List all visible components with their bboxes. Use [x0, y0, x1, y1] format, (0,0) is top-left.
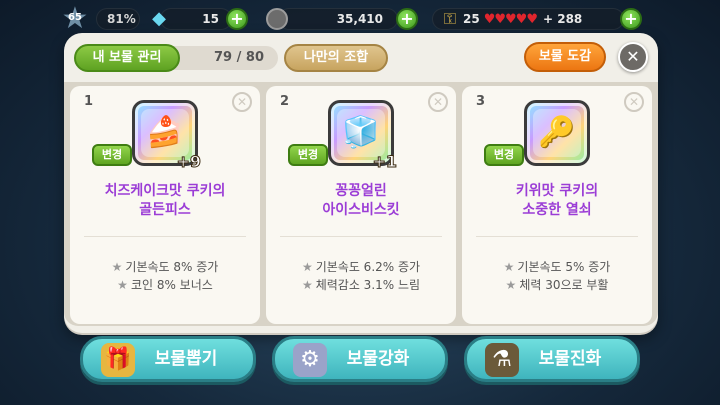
kiwi-key-icon: 🔑 — [538, 115, 576, 150]
treasure-effects: ★ 기본속도 5% 증가 ★ 체력 30으로 부활 — [503, 260, 611, 292]
tab-my-treasure[interactable]: 내 보물 관리 — [74, 44, 180, 72]
treasure-effects: ★ 기본속도 8% 증가 ★ 코인 8% 보너스 — [111, 260, 219, 292]
slot-number: 1 — [84, 94, 94, 109]
treasure-name: 키위맛 쿠키의 소중한 열쇠 — [515, 183, 599, 218]
change-button[interactable]: 변경 — [92, 144, 132, 166]
coin-icon — [266, 8, 288, 30]
star-bullet-icon: ★ — [503, 260, 515, 274]
divider — [84, 236, 246, 237]
xp-percent: 81% — [96, 8, 140, 30]
remove-treasure-button[interactable]: ✕ — [428, 92, 448, 112]
treasure-collection-button[interactable]: 보물 도감 — [524, 42, 606, 72]
treasure-effects: ★ 기본속도 6.2% 증가 ★ 체력감소 3.1% 느림 — [301, 260, 421, 292]
treasure-evolve-button[interactable]: ⚗ 보물진화 — [464, 336, 640, 382]
extra-energy: + 288 — [542, 12, 583, 26]
close-button[interactable]: ✕ — [618, 42, 648, 72]
treasure-draw-button[interactable]: 🎁 보물뽑기 — [80, 336, 256, 382]
star-bullet-icon: ★ — [301, 278, 313, 292]
add-energy-button[interactable]: + — [620, 8, 642, 30]
enhance-level: +1 — [372, 152, 398, 172]
treasure-name: 치즈케이크맛 쿠키의 골든피스 — [104, 183, 226, 218]
gem-count: 15 — [160, 8, 232, 30]
treasure-frame[interactable]: 🔑 — [524, 100, 590, 166]
key-icon: ⚿ — [443, 9, 457, 28]
coin-count: 35,410 — [278, 8, 398, 30]
tab-my-combination[interactable]: 나만의 조합 — [284, 44, 388, 72]
star-bullet-icon: ★ — [505, 278, 517, 292]
remove-treasure-button[interactable]: ✕ — [232, 92, 252, 112]
player-level: 65 — [68, 12, 82, 23]
gem-icon: ◆ — [152, 8, 166, 29]
treasure-slot-3[interactable]: 3 ✕ 🔑 변경 키위맛 쿠키의 소중한 열쇠 ★ 기본속도 5% 증가 ★ 체력 … — [462, 86, 652, 324]
cauldron-icon: ⚗ — [485, 343, 519, 377]
star-bullet-icon: ★ — [301, 260, 313, 274]
treasure-chest-icon: 🎁 — [101, 343, 135, 377]
key-count: 25 — [463, 12, 480, 26]
star-bullet-icon: ★ — [117, 278, 128, 292]
enhance-stone-icon: ⚙ — [293, 343, 327, 377]
enhance-level: +9 — [176, 152, 202, 172]
add-gems-button[interactable]: + — [226, 8, 248, 30]
treasure-frame[interactable]: 🍰 +9 — [132, 100, 201, 172]
treasure-count: 79 / 80 — [170, 46, 278, 70]
star-bullet-icon: ★ — [111, 260, 123, 274]
treasure-slot-2[interactable]: 2 ✕ 🧊 +1 변경 꽁꽁얼린 아이스비스킷 ★ 기본속도 6.2% 증가 ★ 체… — [266, 86, 456, 324]
slot-number: 3 — [476, 94, 486, 109]
divider — [476, 236, 638, 237]
treasure-slot-1[interactable]: 1 ✕ 🍰 +9 변경 치즈케이크맛 쿠키의 골든피스 ★ 기본속도 8% 증가 … — [70, 86, 260, 324]
change-button[interactable]: 변경 — [484, 144, 524, 166]
treasure-name: 꽁꽁얼린 아이스비스킷 — [322, 183, 400, 218]
divider — [280, 236, 442, 237]
change-button[interactable]: 변경 — [288, 144, 328, 166]
slot-number: 2 — [280, 94, 290, 109]
treasure-enhance-button[interactable]: ⚙ 보물강화 — [272, 336, 448, 382]
remove-treasure-button[interactable]: ✕ — [624, 92, 644, 112]
treasure-frame[interactable]: 🧊 +1 — [328, 100, 397, 172]
hearts-icon: ♥♥♥♥♥ — [483, 12, 538, 27]
add-coins-button[interactable]: + — [396, 8, 418, 30]
energy-bar: 25 ♥♥♥♥♥ + 288 — [432, 8, 624, 30]
